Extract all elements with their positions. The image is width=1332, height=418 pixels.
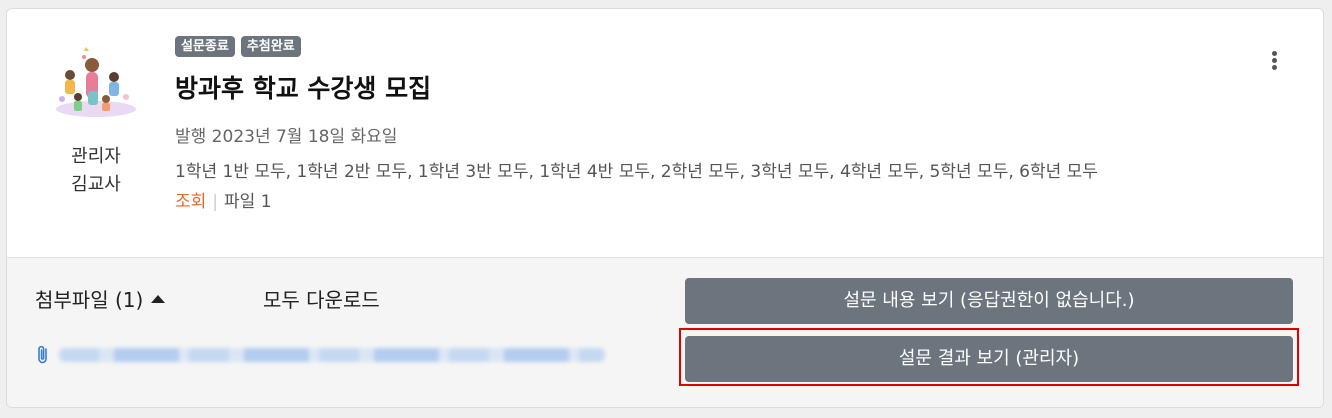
attachments-panel: 첨부파일 (1) 모두 다운로드 설문 내용 보기 (응답권한이 없습니다.) … bbox=[7, 257, 1323, 407]
view-results-button[interactable]: 설문 결과 보기 (관리자) bbox=[685, 336, 1293, 382]
survey-title: 방과후 학교 수강생 모집 bbox=[175, 74, 432, 103]
survey-meta: 조회 | 파일 1 bbox=[175, 187, 272, 212]
author-name: 김교사 bbox=[71, 174, 121, 195]
publish-date: 발행 2023년 7월 18일 화요일 bbox=[175, 127, 398, 147]
more-options-icon[interactable] bbox=[1269, 51, 1279, 73]
caret-up-icon bbox=[151, 294, 166, 303]
file-count: 파일 1 bbox=[224, 192, 272, 212]
meta-divider: | bbox=[212, 192, 219, 212]
attachments-header-label: 첨부파일 (1) bbox=[35, 288, 144, 312]
attachment-file-link[interactable] bbox=[59, 348, 605, 362]
status-badge-draw-complete: 추첨완료 bbox=[240, 36, 301, 57]
views-link[interactable]: 조회 bbox=[175, 192, 206, 212]
survey-summary: 관리자 김교사 설문종료 추첨완료 방과후 학교 수강생 모집 발행 2023년… bbox=[7, 9, 1323, 243]
survey-targets: 1학년 1반 모두, 1학년 2반 모두, 1학년 3반 모두, 1학년 4반 … bbox=[175, 162, 1098, 182]
paperclip-icon bbox=[38, 345, 47, 364]
view-survey-button[interactable]: 설문 내용 보기 (응답권한이 없습니다.) bbox=[685, 278, 1293, 324]
author-role: 관리자 bbox=[71, 146, 121, 167]
download-all-button[interactable]: 모두 다운로드 bbox=[263, 284, 380, 313]
children-illustration bbox=[56, 47, 136, 117]
attachments-toggle[interactable]: 첨부파일 (1) bbox=[35, 284, 166, 313]
survey-card: 관리자 김교사 설문종료 추첨완료 방과후 학교 수강생 모집 발행 2023년… bbox=[6, 8, 1324, 408]
author-block: 관리자 김교사 bbox=[41, 39, 151, 195]
status-badges: 설문종료 추첨완료 bbox=[175, 36, 301, 57]
status-badge-survey-closed: 설문종료 bbox=[175, 36, 235, 57]
